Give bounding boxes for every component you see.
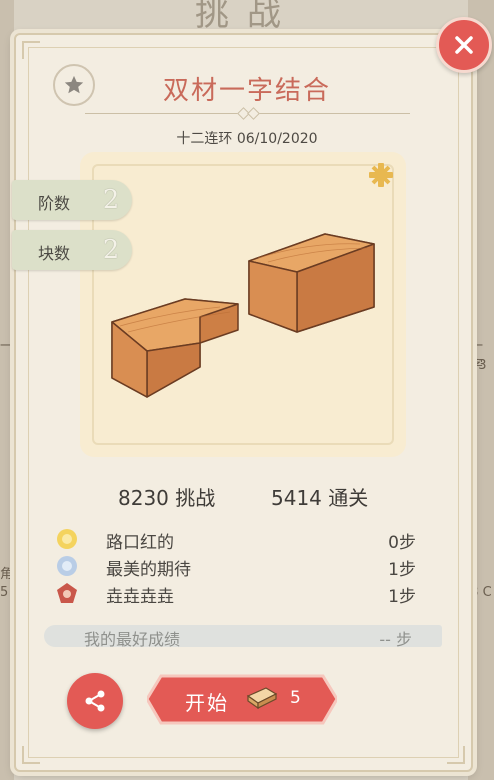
background-left-text: 5 (0, 585, 9, 600)
ranking-steps: 1步 (388, 560, 416, 580)
my-best-score-bar: 我的最好成绩 -- 步 (44, 625, 442, 649)
background-left-text: 角 (0, 567, 14, 582)
pieces-label: 块数 (38, 244, 71, 263)
bronze-medal-icon (57, 583, 77, 603)
ranking-row: 垚垚垚垚 1步 (56, 582, 416, 607)
level-tag: 阶数 2 (12, 180, 132, 220)
puzzle-subtitle: 十二连环 06/10/2020 (176, 131, 318, 147)
close-button[interactable] (436, 17, 492, 73)
ranking-player-name: 路口红的 (106, 533, 174, 553)
corner-ornament (447, 746, 465, 764)
puzzle-type-icon (369, 163, 393, 187)
close-icon (455, 36, 473, 54)
background-left-text: 一 (0, 339, 14, 354)
start-button[interactable] (147, 672, 337, 727)
challenge-count: 8230 挑战 (118, 486, 216, 510)
start-cost-value: 5 (290, 688, 301, 708)
wood-block-cost-icon (246, 687, 278, 710)
corner-ornament (22, 746, 40, 764)
ranking-steps: 1步 (388, 587, 416, 607)
pieces-tag: 块数 2 (12, 230, 132, 270)
gold-medal-icon (57, 529, 77, 549)
corner-ornament (22, 41, 40, 59)
silver-medal-icon (57, 556, 77, 576)
share-button[interactable] (67, 673, 123, 729)
share-icon (85, 690, 105, 712)
background-header-title: 挑战 (195, 0, 299, 34)
puzzle-title: 双材一字结合 (162, 76, 331, 106)
start-button-label: 开始 (185, 691, 229, 715)
ranking-row: 路口红的 0步 (56, 528, 416, 553)
clear-count: 5414 通关 (271, 486, 369, 510)
level-label: 阶数 (38, 194, 71, 213)
background-left-strip (0, 0, 14, 780)
ranking-player-name: 垚垚垚垚 (106, 587, 174, 607)
level-value: 2 (92, 181, 130, 219)
pieces-value: 2 (92, 231, 130, 269)
my-best-value: -- 步 (379, 630, 412, 649)
ranking-steps: 0步 (388, 533, 416, 553)
ranking-player-name: 最美的期待 (106, 560, 191, 580)
my-best-label: 我的最好成绩 (84, 630, 181, 649)
ranking-row: 最美的期待 1步 (56, 555, 416, 580)
